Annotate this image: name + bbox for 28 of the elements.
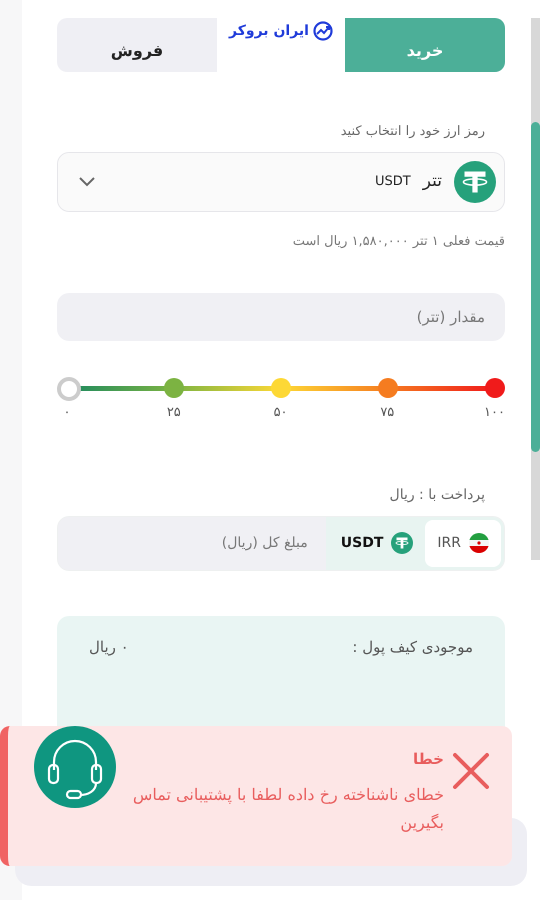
price-note: قیمت فعلی ۱ تتر ۱,۵۸۰,۰۰۰ ریال است xyxy=(292,232,505,250)
slider-thumb[interactable] xyxy=(57,377,81,401)
info-label: موجودی کیف پول : xyxy=(352,636,473,658)
tab[interactable]: فروش xyxy=(57,18,218,72)
coin-select-label: رمز ارز خود را انتخاب کنید xyxy=(340,123,485,141)
logo-text: ایران بروکر xyxy=(229,22,309,41)
currency-toggle[interactable]: USDT xyxy=(328,520,426,566)
toast-message: خطای ناشناخته رخ داده لطفا با پشتیبانی تماس بگیرین xyxy=(132,784,444,834)
slider-tick-label: ۵۰ xyxy=(272,404,289,422)
currency-toggle[interactable]: IRR xyxy=(425,520,501,566)
slider-tick-label: ۰ xyxy=(62,404,72,422)
chevron-down-icon xyxy=(78,176,96,188)
payment-label: پرداخت با : ریال xyxy=(388,486,485,504)
coin-name: تتر xyxy=(422,170,442,193)
tether-icon xyxy=(391,532,414,554)
tether-icon xyxy=(454,160,496,202)
close-icon[interactable] xyxy=(452,752,490,790)
amount-field[interactable]: مقدار (تتر) xyxy=(57,293,505,341)
info-value: ۰ ریال xyxy=(89,636,129,658)
slider-tick-label: ۱۰۰ xyxy=(484,404,505,422)
scrollbar-thumb[interactable] xyxy=(531,122,540,452)
slider-tick-label: ۷۵ xyxy=(379,404,396,422)
headset-icon[interactable] xyxy=(34,726,116,808)
coin-symbol: USDT xyxy=(375,172,411,191)
toast-title: خطا xyxy=(412,749,444,770)
slider-tick-label: ۲۵ xyxy=(166,404,182,422)
chart-logo-icon xyxy=(312,21,333,41)
flag-icon xyxy=(469,533,489,553)
